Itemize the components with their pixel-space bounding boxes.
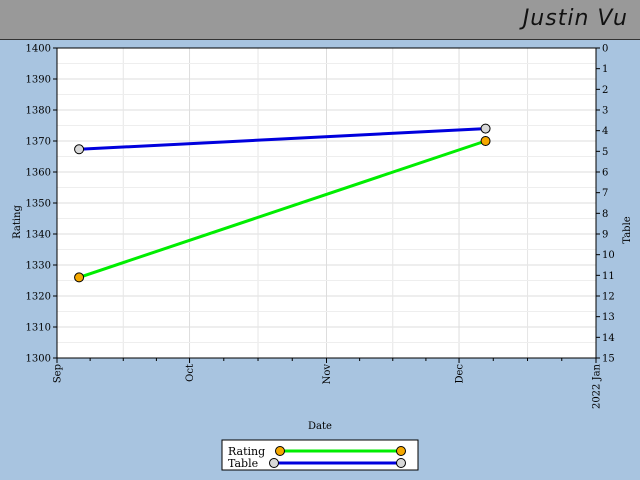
x-tick-label: Nov <box>322 364 333 385</box>
y2-tick-label: 6 <box>602 168 608 179</box>
y2-tick-label: 11 <box>602 271 615 282</box>
y2-tick-label: 7 <box>602 188 608 199</box>
y2-tick-label: 10 <box>602 250 615 261</box>
y2-tick-label: 12 <box>602 292 615 303</box>
y2-tick-label: 3 <box>602 106 608 117</box>
y-tick-label: 1340 <box>26 230 51 241</box>
legend-marker-rating <box>396 446 406 456</box>
y2-tick-label: 2 <box>602 85 608 96</box>
legend-marker-table <box>396 458 406 468</box>
y2-tick-label: 9 <box>602 230 608 241</box>
legend-marker-table <box>269 458 279 468</box>
y-tick-label: 1400 <box>26 44 51 55</box>
y2-tick-label: 14 <box>602 333 615 344</box>
x-tick-label: Oct <box>185 364 196 382</box>
plot-area: 1300131013201330134013501360137013801390… <box>26 44 615 410</box>
x-axis-title: Date <box>308 421 332 432</box>
y-tick-label: 1330 <box>26 261 51 272</box>
y-tick-label: 1390 <box>26 75 51 86</box>
y-tick-label: 1320 <box>26 292 51 303</box>
y-tick-label: 1370 <box>26 137 51 148</box>
legend: RatingTable <box>221 439 419 471</box>
x-tick-label: 2022 Jan <box>592 363 603 409</box>
legend-label-table: Table <box>228 457 258 470</box>
y2-tick-label: 5 <box>602 147 608 158</box>
y-axis-title: Rating <box>12 205 23 239</box>
x-tick-label: Sep <box>53 364 64 383</box>
rating-chart: 1300131013201330134013501360137013801390… <box>12 44 633 471</box>
data-point-table <box>480 123 491 134</box>
y-tick-label: 1380 <box>26 106 51 117</box>
y-tick-label: 1360 <box>26 168 51 179</box>
data-point-rating <box>480 136 491 146</box>
y-tick-label: 1350 <box>26 199 51 210</box>
y2-tick-label: 4 <box>602 126 608 137</box>
y2-tick-label: 15 <box>602 354 615 365</box>
y2-tick-label: 0 <box>602 44 608 55</box>
y2-tick-label: 8 <box>602 209 608 220</box>
x-tick-label: Dec <box>455 364 466 384</box>
data-point-rating <box>74 272 85 283</box>
data-point-table <box>74 144 85 155</box>
y2-tick-label: 1 <box>602 64 608 75</box>
y-tick-label: 1300 <box>26 354 51 365</box>
legend-marker-rating <box>275 446 285 456</box>
y2-axis-title: Table <box>622 216 633 243</box>
y-tick-label: 1310 <box>26 323 51 334</box>
y2-tick-label: 13 <box>602 312 615 323</box>
